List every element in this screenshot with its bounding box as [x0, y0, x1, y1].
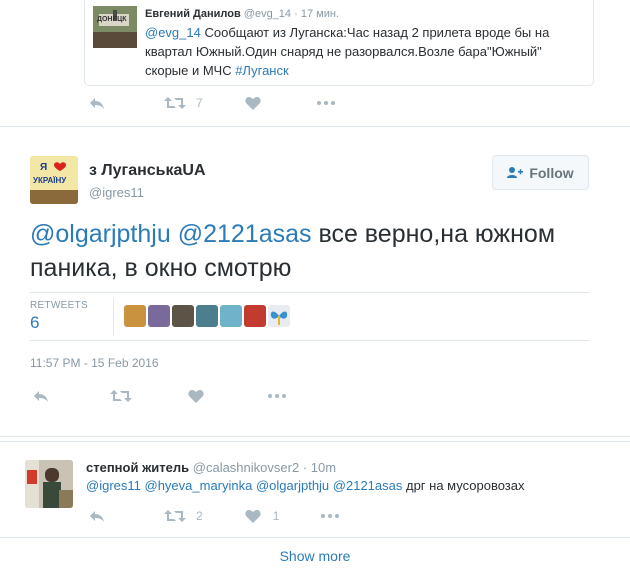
reply-icon[interactable]: [32, 388, 50, 404]
quoted-mention[interactable]: @evg_14: [145, 25, 201, 40]
retweeter-avatar[interactable]: [124, 305, 146, 327]
separator: [0, 537, 630, 538]
retweeter-avatar[interactable]: [148, 305, 170, 327]
retweets-label: RETWEETS: [30, 300, 88, 311]
reply-icon[interactable]: [88, 95, 106, 111]
mention-olgarjpthju[interactable]: @olgarjpthju: [256, 478, 329, 493]
reply-icon[interactable]: [88, 508, 106, 524]
mention-olgarjpthju[interactable]: @olgarjpthju: [30, 220, 171, 248]
separator: [0, 441, 630, 442]
stats-divider-top: [30, 292, 590, 293]
reply-tweet-time[interactable]: 10m: [311, 460, 336, 475]
main-actions: [32, 388, 286, 404]
retweeter-avatar[interactable]: [196, 305, 218, 327]
quoted-author-handle[interactable]: @evg_14: [244, 8, 291, 20]
retweets-count[interactable]: 6: [30, 313, 39, 333]
mention-hyeva-maryinka[interactable]: @hyeva_maryinka: [145, 478, 253, 493]
retweet-icon[interactable]: [164, 96, 186, 110]
quoted-author-name[interactable]: Евгений Данилов: [145, 8, 241, 20]
retweet-icon[interactable]: [164, 509, 186, 523]
follow-person-icon: [507, 167, 524, 178]
like-icon[interactable]: [245, 509, 261, 523]
quoted-author-avatar[interactable]: ДОНЕЦК: [93, 6, 137, 48]
retweeter-avatars: [124, 305, 292, 327]
quoted-tweet-text: @evg_14 Сообщают из Луганска:Час назад 2…: [145, 23, 585, 80]
separator: [0, 436, 630, 437]
stats-vertical-divider: [113, 298, 114, 336]
reply-actions: 2 1: [88, 508, 340, 524]
mention-igres11[interactable]: @igres11: [86, 478, 141, 493]
more-icon[interactable]: [321, 514, 340, 518]
main-tweet-text: @olgarjpthju @2121asas все верно,на южно…: [30, 217, 590, 285]
show-more-link[interactable]: Show more: [0, 548, 630, 564]
like-icon[interactable]: [188, 389, 204, 403]
quoted-body: Сообщают из Луганска:Час назад 2 прилета…: [145, 25, 550, 78]
mention-2121asas[interactable]: @2121asas: [333, 478, 403, 493]
retweeter-avatar[interactable]: [244, 305, 266, 327]
reply-tweet-text: @igres11 @hyeva_maryinka @olgarjpthju @2…: [86, 478, 525, 493]
retweet-icon[interactable]: [110, 389, 132, 403]
quoted-tweet-time[interactable]: 17 мин.: [301, 8, 339, 20]
quoted-hashtag[interactable]: #Луганск: [235, 63, 288, 78]
main-author-handle[interactable]: @igres11: [89, 185, 144, 200]
reply-body: дрг на мусоровозах: [402, 478, 525, 493]
mention-2121asas[interactable]: @2121asas: [178, 220, 312, 248]
tweet-timestamp[interactable]: 11:57 PM - 15 Feb 2016: [30, 356, 159, 370]
separator: [0, 126, 630, 127]
quoted-actions: 7: [88, 95, 335, 111]
follow-label: Follow: [529, 164, 574, 181]
reply-author-name[interactable]: степной житель: [86, 460, 189, 475]
like-icon[interactable]: [245, 96, 261, 110]
quoted-avatar-caption: ДОНЕЦК: [97, 16, 127, 23]
retweeter-avatar[interactable]: [268, 305, 290, 327]
retweeter-avatar[interactable]: [220, 305, 242, 327]
reply-author-handle[interactable]: @calashnikovser2: [193, 460, 299, 475]
reply-tweet-header: степной житель @calashnikovser2 · 10m: [86, 460, 337, 475]
quoted-tweet-card[interactable]: ДОНЕЦК Евгений Данилов @evg_14 · 17 мин.…: [84, 0, 594, 86]
main-author-avatar[interactable]: Я УКРАЇНУ: [30, 156, 78, 204]
retweeter-avatar[interactable]: [172, 305, 194, 327]
follow-button[interactable]: Follow: [492, 155, 589, 190]
avatar-text-mid: УКРАЇНУ: [33, 176, 67, 185]
reply-retweet-count: 2: [196, 509, 203, 523]
more-icon[interactable]: [268, 394, 286, 398]
quoted-retweet-count: 7: [196, 96, 203, 110]
quoted-tweet-header: Евгений Данилов @evg_14 · 17 мин.: [145, 8, 339, 20]
stats-divider-bottom: [30, 340, 590, 341]
more-icon[interactable]: [316, 101, 335, 105]
avatar-text-top: Я: [40, 162, 48, 173]
reply-like-count: 1: [272, 509, 280, 523]
reply-author-avatar[interactable]: [25, 460, 73, 508]
main-author-name[interactable]: з ЛуганськаUA: [89, 162, 206, 180]
